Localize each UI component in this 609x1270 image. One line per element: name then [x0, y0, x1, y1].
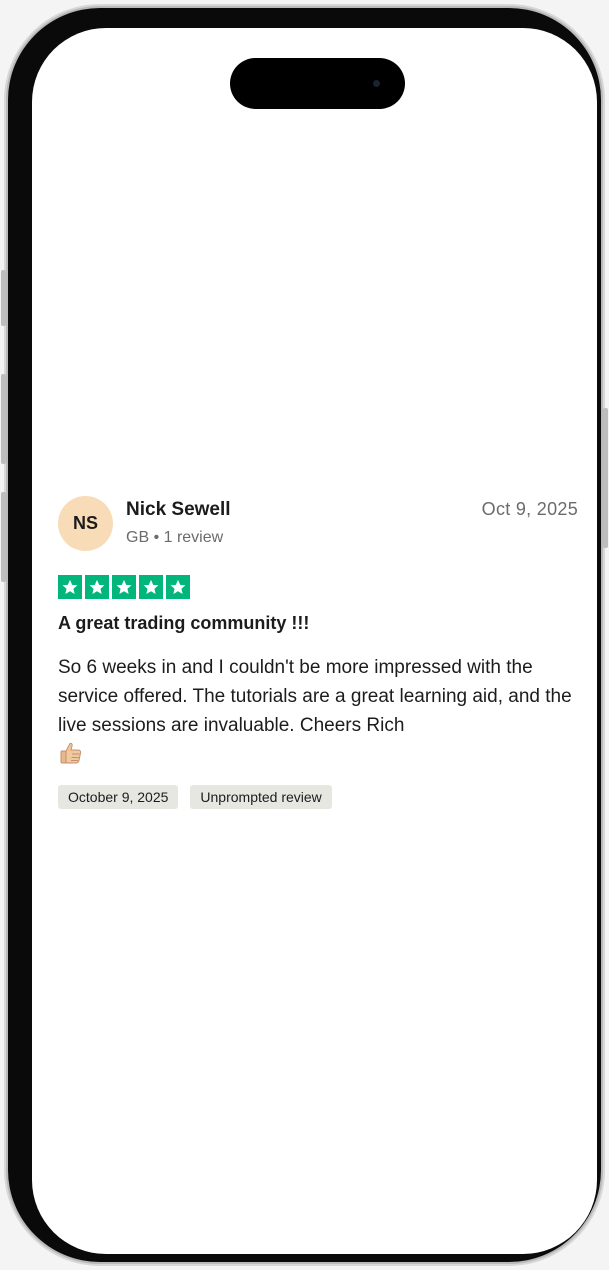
review-tags: October 9, 2025 Unprompted review	[58, 785, 578, 809]
review-date: Oct 9, 2025	[481, 499, 578, 519]
phone-frame: NS Nick Sewell GB • 1 review Oct 9, 2025…	[1, 8, 608, 1262]
action-button	[1, 270, 6, 326]
screen: NS Nick Sewell GB • 1 review Oct 9, 2025…	[32, 28, 597, 1254]
power-button	[603, 408, 608, 548]
star-icon	[58, 575, 82, 599]
star-icon	[139, 575, 163, 599]
experience-date-tag: October 9, 2025	[58, 785, 179, 809]
review-body-text: So 6 weeks in and I couldn't be more imp…	[58, 657, 572, 736]
star-icon	[166, 575, 190, 599]
unprompted-review-tag[interactable]: Unprompted review	[190, 785, 332, 809]
review-body: So 6 weeks in and I couldn't be more imp…	[58, 653, 578, 775]
review-title[interactable]: A great trading community !!!	[58, 613, 578, 634]
reviewer-name[interactable]: Nick Sewell	[126, 499, 231, 521]
volume-up-button	[1, 374, 6, 464]
star-icon	[85, 575, 109, 599]
volume-down-button	[1, 492, 6, 582]
star-icon	[112, 575, 136, 599]
review-card: NS Nick Sewell GB • 1 review Oct 9, 2025…	[58, 496, 578, 809]
avatar[interactable]: NS	[58, 496, 113, 551]
star-rating	[58, 575, 578, 599]
thumbs-up-icon	[58, 740, 84, 775]
dynamic-island	[230, 58, 405, 109]
reviewer-meta: GB • 1 review	[126, 529, 224, 546]
review-header: NS Nick Sewell GB • 1 review Oct 9, 2025	[58, 496, 578, 560]
camera-icon	[373, 80, 380, 87]
